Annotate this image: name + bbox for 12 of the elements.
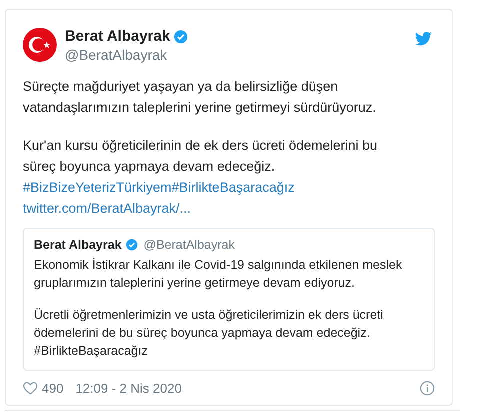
tweet-text: Kur'an kursu öğreticilerinin de ek ders ücreti ödemelerini bu süreç boyunca yapmaya devam edeceğiz. — [23, 137, 379, 176]
author-name[interactable]: Berat Albayrak — [65, 27, 170, 46]
quoted-author-handle: @BeratAlbayrak — [144, 238, 235, 252]
quoted-text: Ücretli öğretmenlerimizin ve usta öğreticilerimizin ek ders ücreti ödemelerini de bu süreç boyunca yapmaya devam edeceğiz. #BirlikteBaşaracağız — [34, 307, 384, 360]
author-handle[interactable]: @BeratAlbayrak — [65, 46, 188, 64]
timestamp-link[interactable]: 12:09 - 2 Nis 2020 — [76, 380, 182, 396]
url-link[interactable]: twitter.com/BeratAlbayrak/... — [23, 198, 192, 219]
quoted-author-name: Berat Albayrak — [34, 238, 122, 252]
quoted-text: Ekonomik İstikrar Kalkanı ile Covid-19 salgınında etkilenen meslek gruplarımızın taleplerini yerine getirmeye devam ediyoruz. — [34, 257, 404, 292]
like-count: 490 — [42, 380, 64, 396]
tweet-text: Süreçte mağduriyet yaşayan ya da belirsizliğe düşen vatandaşlarımızın taleplerini yerine getirmeyi sürdürüyoruz. — [23, 78, 378, 117]
hashtag-link[interactable]: #BizBizeYeterizTürkiyem#BirlikteBaşaracağız — [23, 177, 295, 198]
